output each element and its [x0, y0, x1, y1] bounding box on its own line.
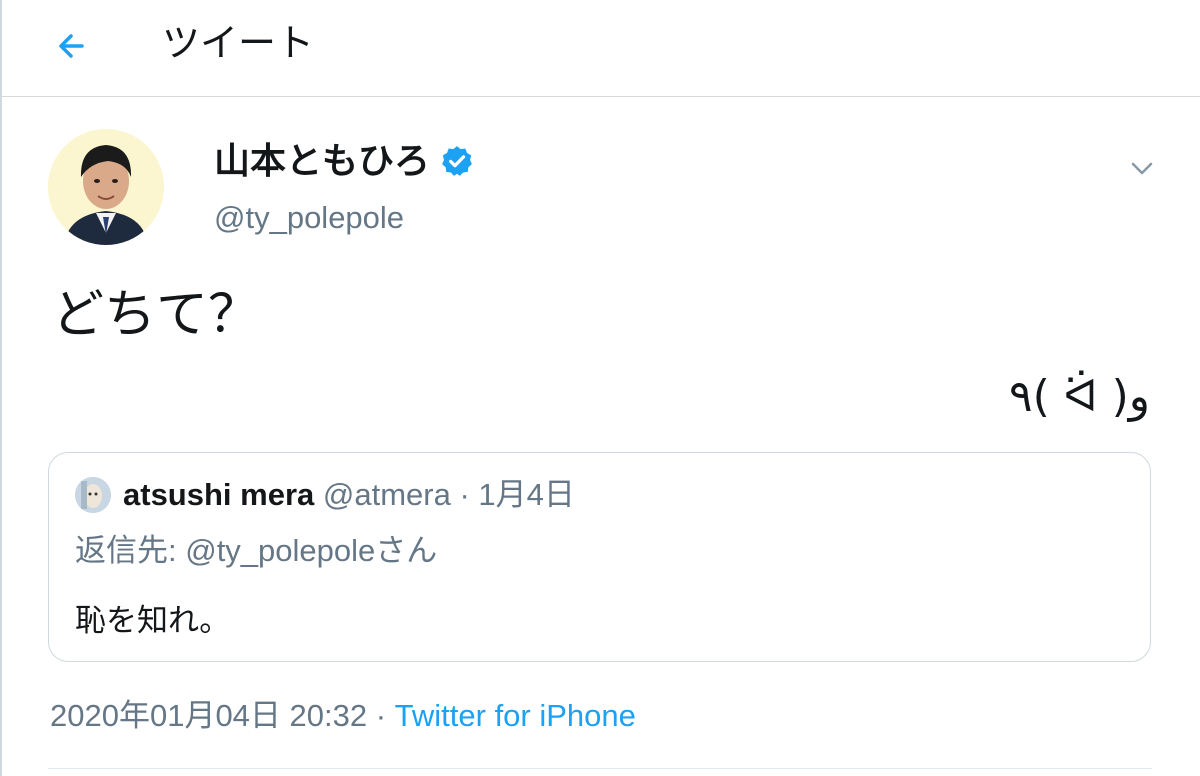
quoted-author-meta: @atmera · 1月4日 [314, 477, 575, 512]
quoted-replying-to: 返信先: @ty_polepoleさん [75, 533, 438, 568]
back-button[interactable] [52, 24, 96, 68]
author-avatar[interactable] [48, 129, 164, 245]
author-name[interactable]: 山本ともひろ [214, 140, 430, 182]
author-name-row[interactable]: 山本ともひろ [214, 140, 474, 182]
author-handle[interactable]: @ty_polepole [214, 198, 404, 238]
verified-badge-icon [440, 144, 474, 178]
arrow-left-icon [52, 34, 96, 72]
chevron-down-icon[interactable] [1128, 154, 1156, 182]
quoted-author-avatar [75, 477, 111, 513]
page-title: ツイート [162, 23, 315, 65]
quoted-tweet-card[interactable]: atsushi mera @atmera · 1月4日 返信先: @ty_pol… [48, 452, 1151, 662]
quoted-tweet-text: 恥を知れ。 [75, 603, 231, 638]
tweet-source-link[interactable]: Twitter for iPhone [395, 698, 636, 733]
top-bar: ツイート [0, 0, 1200, 97]
tweet-timestamp: 2020年01月04日 20:32 · [50, 698, 395, 733]
quoted-tweet-header: atsushi mera @atmera · 1月4日 [123, 475, 575, 515]
tweet-text-line-2: ٩( ᐛ )و [1008, 371, 1150, 422]
quoted-author-name: atsushi mera [123, 477, 315, 512]
window-left-edge [0, 0, 2, 776]
tweet-footer: 2020年01月04日 20:32 · Twitter for iPhone [50, 696, 636, 736]
divider [48, 768, 1152, 769]
tweet-text-line-1: どちて？ [52, 286, 261, 344]
